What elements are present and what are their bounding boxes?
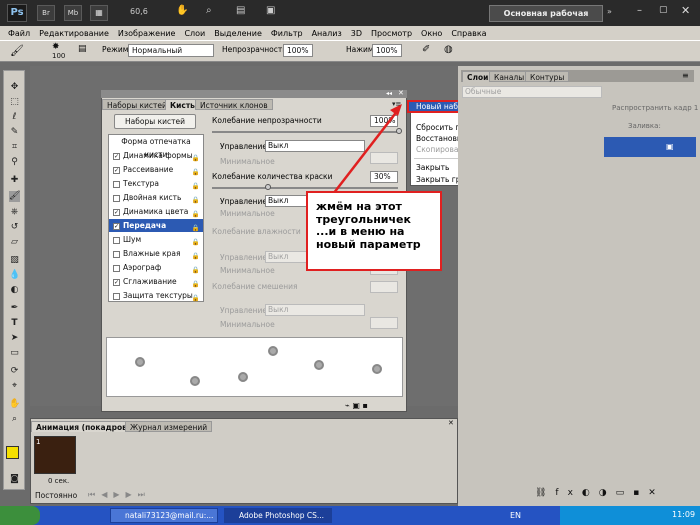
playback-controls[interactable]: ⏮◀▶▶⏭ [88, 490, 151, 500]
blend-mode-select[interactable]: Обычные [462, 86, 602, 98]
layers-footer-icons[interactable]: ⛓fx◐◑▭▪✕ [535, 488, 665, 498]
layers-menu-icon[interactable]: ≡ [682, 71, 689, 80]
clock: 11:09 [672, 510, 696, 519]
panel-close-icon-2[interactable]: ✕ [448, 419, 454, 427]
annotation-callout: жмём на этот треугольничек ...и в меню н… [306, 191, 442, 271]
layer-lock-icon: ▣ [666, 142, 674, 151]
layer-row-selected[interactable] [604, 137, 696, 157]
taskbar-item-photoshop[interactable]: Adobe Photoshop CS... [224, 508, 332, 523]
tab-channels[interactable]: Каналы [489, 71, 530, 82]
taskbar-item-mail[interactable]: natali73123@mail.ru:... [110, 508, 218, 523]
language-indicator[interactable]: EN [510, 511, 521, 520]
layers-panel-dock [458, 66, 700, 506]
start-button[interactable] [0, 506, 40, 525]
frame-delay[interactable]: 0 сек. [48, 477, 69, 485]
fill-label: Заливка: [628, 122, 661, 130]
tab-paths[interactable]: Контуры [525, 71, 570, 82]
frame-number: 1 [36, 438, 41, 446]
spread-frame-label: Распространить кадр 1 [612, 104, 699, 112]
tab-measurement-log[interactable]: Журнал измерений [125, 421, 213, 432]
loop-select[interactable]: Постоянно [35, 491, 77, 500]
